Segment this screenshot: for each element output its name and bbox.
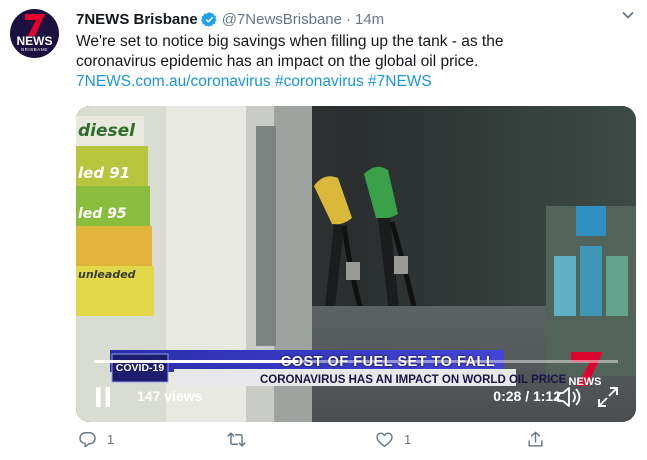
separator-dot: ·: [345, 10, 351, 28]
video-player[interactable]: diesel led 91 led 95 unleaded COST OF FU…: [76, 106, 636, 422]
expand-icon[interactable]: [597, 386, 619, 408]
tweet-actions: 1 1: [76, 430, 636, 452]
verified-badge-icon: [200, 11, 217, 27]
view-count: 147 views: [137, 388, 203, 404]
pump-label-unleaded: unleaded: [78, 268, 136, 281]
avatar[interactable]: NEWS BRISBANE: [10, 9, 59, 58]
share-icon: [528, 431, 543, 447]
display-name[interactable]: 7NEWS Brisbane: [76, 11, 198, 28]
like-count: 1: [404, 432, 412, 447]
reply-button[interactable]: 1: [78, 430, 114, 449]
tweet-text: We're set to notice big savings when fil…: [76, 32, 636, 92]
share-button[interactable]: [526, 430, 545, 449]
tweet[interactable]: NEWS BRISBANE 7NEWS Brisbane @7NewsBrisb…: [0, 0, 647, 460]
time-display: 0:28 / 1:12: [493, 388, 561, 404]
avatar-wordmark: NEWS: [16, 34, 53, 48]
tweet-header: 7NEWS Brisbane @7NewsBrisbane · 14m: [76, 9, 384, 29]
progress-fill: [94, 360, 298, 363]
tweet-links[interactable]: 7NEWS.com.au/coronavirus #coronavirus #7…: [76, 72, 636, 92]
like-icon: [376, 432, 393, 447]
reply-count: 1: [107, 432, 115, 447]
volume-icon[interactable]: [556, 385, 582, 409]
video-subheadline: CORONAVIRUS HAS AN IMPACT ON WORLD OIL P…: [260, 374, 567, 386]
pump-label-diesel: diesel: [78, 121, 136, 141]
retweet-button[interactable]: [227, 430, 256, 449]
avatar-city: BRISBANE: [21, 47, 48, 52]
reply-icon: [79, 432, 96, 448]
chevron-down-icon[interactable]: [622, 11, 634, 19]
progress-bar[interactable]: [94, 360, 618, 363]
pause-icon[interactable]: [96, 387, 110, 407]
like-button[interactable]: 1: [375, 430, 411, 449]
pump-label-91: led 91: [78, 164, 130, 182]
retweet-icon: [227, 432, 246, 447]
timestamp[interactable]: 14m: [355, 11, 384, 28]
pump-label-95: led 95: [78, 206, 127, 222]
tweet-text-line-1: We're set to notice big savings when fil…: [76, 33, 504, 50]
handle[interactable]: @7NewsBrisbane: [222, 11, 342, 28]
tweet-text-line-2: coronavirus epidemic has an impact on th…: [76, 53, 479, 70]
